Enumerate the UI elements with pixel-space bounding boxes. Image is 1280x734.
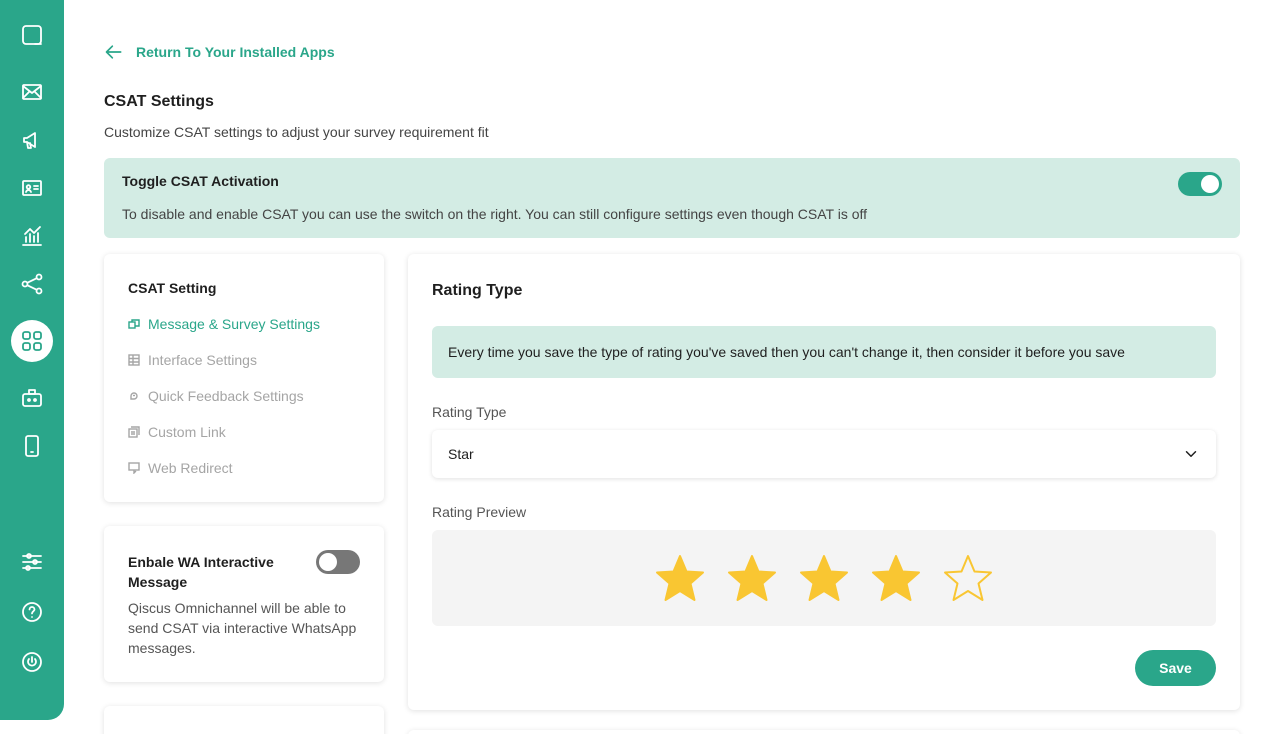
page-subtitle: Customize CSAT settings to adjust your s… bbox=[104, 124, 489, 140]
qiscus-logo-icon[interactable] bbox=[0, 15, 64, 55]
help-icon[interactable] bbox=[0, 592, 64, 632]
feedback-icon bbox=[130, 392, 138, 400]
toggle-banner-description: To disable and enable CSAT you can use t… bbox=[122, 206, 868, 222]
star-filled-icon bbox=[871, 554, 921, 602]
contact-card-icon[interactable] bbox=[0, 168, 64, 208]
toggle-banner-title: Toggle CSAT Activation bbox=[122, 173, 279, 189]
arrow-left-icon bbox=[105, 45, 122, 59]
wa-interactive-description: Qiscus Omnichannel will be able to send … bbox=[128, 600, 357, 656]
chevron-down-icon bbox=[1185, 451, 1197, 457]
sidebar bbox=[0, 0, 64, 720]
rating-section-title: Rating Type bbox=[432, 282, 523, 299]
message-icon bbox=[128, 319, 140, 329]
link-icon bbox=[128, 426, 140, 438]
rating-type-select[interactable]: Star bbox=[432, 430, 1216, 478]
settings-card-partial bbox=[104, 706, 384, 734]
menu-item-quick-feedback[interactable]: Quick Feedback Settings bbox=[128, 388, 304, 404]
page-title: CSAT Settings bbox=[104, 93, 214, 110]
menu-item-interface[interactable]: Interface Settings bbox=[128, 352, 257, 368]
rating-info-banner: Every time you save the type of rating y… bbox=[432, 326, 1216, 378]
integration-icon[interactable] bbox=[0, 264, 64, 304]
rating-type-card: Rating Type Every time you save the type… bbox=[408, 254, 1240, 710]
rating-type-label: Rating Type bbox=[432, 404, 507, 420]
settings-menu-card: CSAT Setting Message & Survey Settings I… bbox=[104, 254, 384, 502]
star-empty-icon bbox=[943, 554, 993, 602]
csat-activation-switch[interactable] bbox=[1178, 172, 1222, 196]
rating-preview bbox=[432, 530, 1216, 626]
menu-item-custom-link[interactable]: Custom Link bbox=[128, 424, 226, 440]
redirect-icon bbox=[128, 462, 140, 474]
csat-toggle-banner: Toggle CSAT Activation To disable and en… bbox=[104, 158, 1240, 238]
bot-icon[interactable] bbox=[0, 378, 64, 418]
star-filled-icon bbox=[655, 554, 705, 602]
rating-type-value: Star bbox=[448, 446, 474, 462]
back-link[interactable]: Return To Your Installed Apps bbox=[104, 42, 335, 62]
menu-item-web-redirect[interactable]: Web Redirect bbox=[128, 460, 233, 476]
apps-icon[interactable] bbox=[11, 320, 53, 362]
wa-interactive-title: Enbale WA Interactive Message bbox=[128, 554, 274, 590]
wa-interactive-switch[interactable] bbox=[316, 550, 360, 574]
menu-item-label: Web Redirect bbox=[148, 460, 233, 476]
menu-item-message-survey[interactable]: Message & Survey Settings bbox=[128, 316, 320, 332]
settings-menu-title: CSAT Setting bbox=[128, 280, 217, 296]
broadcast-icon[interactable] bbox=[0, 120, 64, 160]
menu-item-label: Custom Link bbox=[148, 424, 226, 440]
rating-preview-label: Rating Preview bbox=[432, 504, 527, 520]
menu-item-label: Interface Settings bbox=[148, 352, 257, 368]
analytics-icon[interactable] bbox=[0, 216, 64, 256]
settings-sliders-icon[interactable] bbox=[0, 542, 64, 582]
power-icon[interactable] bbox=[0, 642, 64, 682]
table-icon bbox=[128, 354, 140, 366]
mobile-icon[interactable] bbox=[0, 426, 64, 466]
wa-interactive-card: Enbale WA Interactive Message Qiscus Omn… bbox=[104, 526, 384, 682]
menu-item-label: Quick Feedback Settings bbox=[148, 388, 304, 404]
star-filled-icon bbox=[727, 554, 777, 602]
inbox-icon[interactable] bbox=[0, 72, 64, 112]
rating-card-partial bbox=[408, 730, 1240, 734]
menu-item-label: Message & Survey Settings bbox=[148, 316, 320, 332]
save-button[interactable]: Save bbox=[1135, 650, 1216, 686]
back-link-label: Return To Your Installed Apps bbox=[136, 44, 335, 60]
star-filled-icon bbox=[799, 554, 849, 602]
